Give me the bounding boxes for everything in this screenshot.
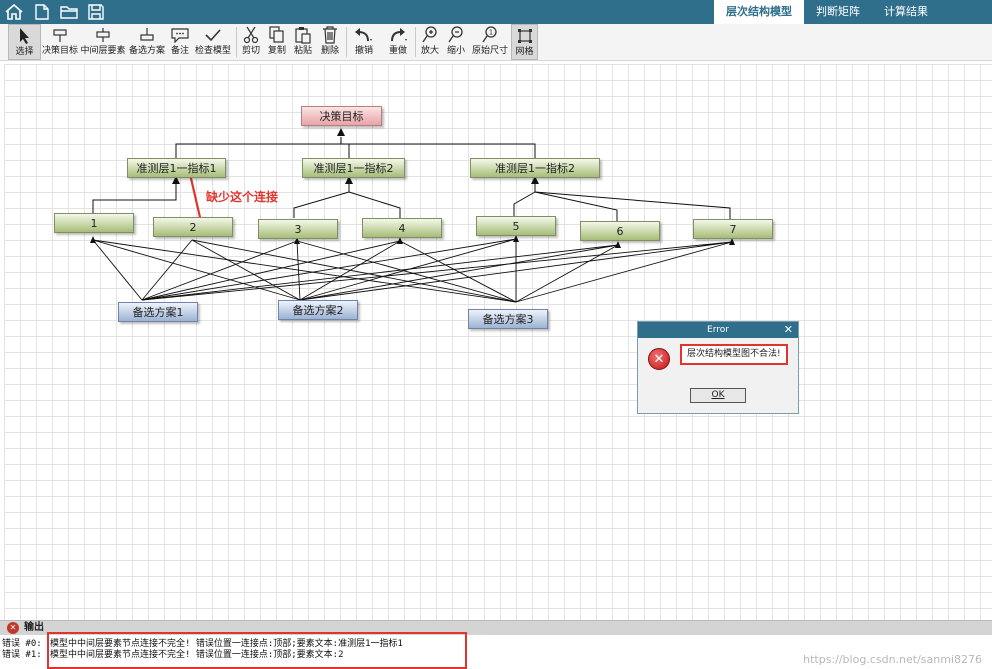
criterion-node-3[interactable]: 准测层1一指标2: [470, 158, 600, 178]
output-row-prefix: 错误 #0:: [2, 639, 42, 649]
redo-button[interactable]: 重做: [384, 24, 412, 60]
pointer-icon: [17, 25, 33, 47]
connector-goal-crit2: [341, 143, 350, 158]
toolbar-divider: [346, 27, 347, 57]
middle-node-button[interactable]: 中间层要素: [80, 24, 126, 60]
ribbon-toolbar: 选择 决策目标 中间层要素 备选方案 备注 检查模型 剪切 复制 粘贴 删除 撤…: [0, 24, 992, 61]
output-title: 输出: [24, 622, 44, 633]
criterion-node-2[interactable]: 准测层1一指标2: [302, 158, 405, 178]
tab-judgment-matrix[interactable]: 判断矩阵: [804, 0, 872, 24]
goal-node[interactable]: 决策目标: [301, 106, 382, 126]
indicator-node-4[interactable]: 4: [362, 218, 442, 238]
goal-node-button[interactable]: 决策目标: [42, 24, 78, 60]
output-icon: ✕: [7, 622, 19, 634]
zoom-in-icon: [422, 24, 438, 46]
ok-button-label: OK: [711, 390, 725, 400]
alternative-node-1[interactable]: 备选方案1: [118, 302, 198, 322]
connector-crit2-ind4: [348, 191, 401, 218]
new-file-icon[interactable]: [31, 2, 53, 22]
open-folder-icon[interactable]: [58, 2, 80, 22]
close-icon[interactable]: ✕: [784, 322, 793, 338]
grid-icon: [517, 25, 533, 47]
copy-button[interactable]: 复制: [266, 24, 288, 60]
diagram-canvas[interactable]: 决策目标 准测层1一指标1 准测层1一指标2 准测层1一指标2 1 2 3 4 …: [4, 64, 992, 620]
indicator-node-6[interactable]: 6: [580, 221, 660, 241]
error-dialog: Error ✕ ✕ 层次结构模型图不合法! OK: [637, 321, 799, 414]
connector-crit2-ind3: [293, 179, 350, 218]
missing-connection-annotation: 缺少这个连接: [206, 190, 279, 204]
goal-node-icon: [52, 24, 68, 46]
cut-button[interactable]: 剪切: [240, 24, 262, 60]
home-icon[interactable]: [3, 2, 25, 22]
indicator-node-3[interactable]: 3: [258, 219, 338, 239]
output-row-prefix: 错误 #1:: [2, 650, 42, 660]
zoom-out-button[interactable]: 缩小: [445, 24, 467, 60]
tab-strip: 层次结构模型 判断矩阵 计算结果: [714, 0, 992, 24]
indicator-node-5[interactable]: 5: [476, 216, 556, 236]
delete-button[interactable]: 删除: [318, 24, 342, 60]
select-tool-button[interactable]: 选择: [8, 24, 41, 60]
copy-icon: [269, 24, 285, 46]
indicator-node-2[interactable]: 2: [153, 217, 233, 237]
dialog-title: Error: [707, 325, 729, 335]
error-highlight-box: [47, 632, 467, 669]
actual-size-icon: 1: [482, 24, 498, 46]
alternative-node-button[interactable]: 备选方案: [128, 24, 166, 60]
ok-button[interactable]: OK: [690, 388, 746, 403]
connector-lines: [90, 128, 735, 303]
grid-toggle-button[interactable]: 网格: [511, 24, 538, 60]
comment-icon: [171, 24, 189, 46]
criterion-node-1[interactable]: 准测层1一指标1: [127, 158, 226, 178]
tab-results[interactable]: 计算结果: [872, 0, 940, 24]
redo-icon: [388, 24, 408, 46]
middle-node-icon: [95, 24, 111, 46]
indicator-node-1[interactable]: 1: [54, 213, 134, 233]
paste-button[interactable]: 粘贴: [292, 24, 314, 60]
scissors-icon: [243, 24, 259, 46]
toolbar-divider: [415, 27, 416, 57]
comment-button[interactable]: 备注: [168, 24, 192, 60]
zoom-out-icon: [448, 24, 464, 46]
connector-crit3-ind5: [513, 179, 536, 216]
connector-goal-crit1: [175, 137, 342, 158]
watermark: https://blog.csdn.net/sanmi8276: [803, 653, 982, 666]
error-icon: ✕: [648, 348, 670, 370]
connector-crit1-ind1: [92, 179, 177, 214]
title-bar: 层次结构模型 判断矩阵 计算结果: [0, 0, 992, 24]
paste-icon: [295, 24, 311, 46]
undo-icon: [354, 24, 374, 46]
checkmark-icon: [204, 24, 222, 46]
toolbar-divider: [236, 27, 237, 57]
svg-text:1: 1: [489, 29, 493, 37]
undo-button[interactable]: 撤销: [350, 24, 378, 60]
alternative-node-3[interactable]: 备选方案3: [468, 309, 548, 329]
save-icon[interactable]: [85, 2, 107, 22]
zoom-in-button[interactable]: 放大: [419, 24, 441, 60]
connector-goal-crit3: [341, 143, 536, 158]
dialog-message: 层次结构模型图不合法!: [680, 344, 788, 365]
trash-icon: [322, 24, 338, 46]
tab-hierarchy-model[interactable]: 层次结构模型: [714, 0, 804, 24]
dialog-title-bar: Error ✕: [638, 322, 798, 338]
check-model-button[interactable]: 检查模型: [194, 24, 232, 60]
indicator-node-7[interactable]: 7: [693, 219, 773, 239]
alternative-node-2[interactable]: 备选方案2: [278, 300, 358, 320]
actual-size-button[interactable]: 1 原始尺寸: [471, 24, 509, 60]
alternative-node-icon: [139, 24, 155, 46]
connector-crit3-ind7: [534, 191, 731, 220]
